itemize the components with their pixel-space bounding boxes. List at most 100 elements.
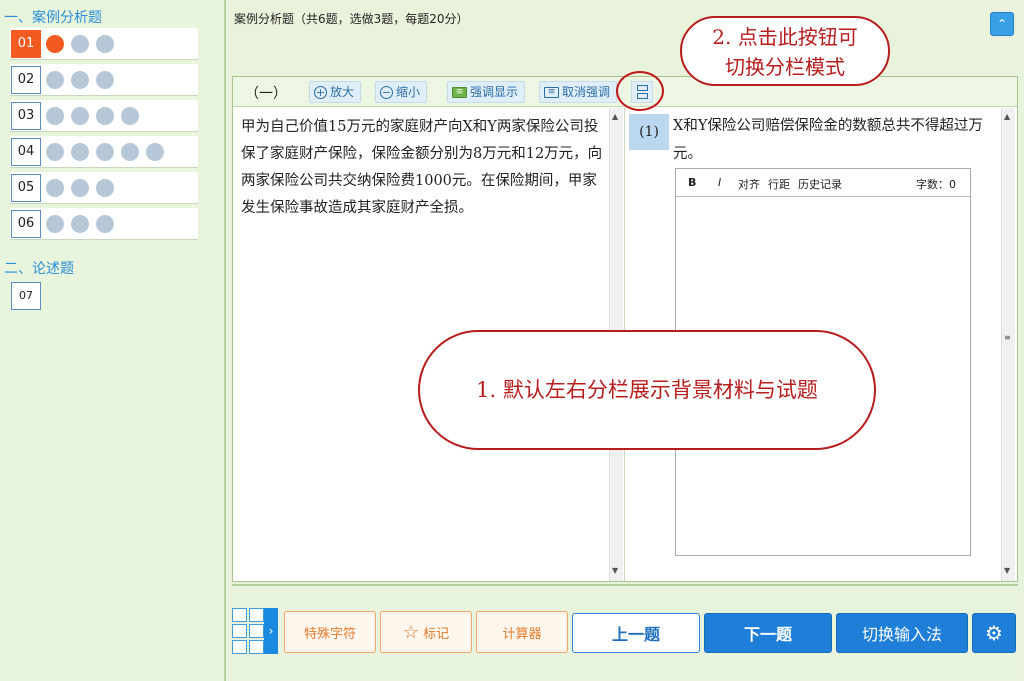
question-row-03[interactable]: 03 [10, 100, 198, 132]
sub-question-dot[interactable] [71, 179, 89, 197]
sub-question-dot[interactable] [71, 215, 89, 233]
history-button[interactable]: 历史记录 [798, 176, 842, 192]
sub-question-dot[interactable] [96, 71, 114, 89]
scroll-up-arrow-icon[interactable]: ▲ [612, 112, 618, 121]
question-content: （一） + 放大 − 缩小 ≡ 强调显示 ≡ 取消强调 甲为自己价值15万元的家庭财产向… [232, 76, 1018, 582]
next-label: 下一题 [743, 625, 792, 644]
section-title-essay[interactable]: 二、论述题 [4, 258, 74, 278]
question-row-02[interactable]: 02 [10, 64, 198, 96]
mark-button[interactable]: ☆ 标记 [380, 611, 472, 653]
highlight-icon: ≡ [452, 86, 467, 98]
double-chevron-up-icon: ⌃ [996, 17, 1008, 31]
sidebar: 一、案例分析题 01 02 03 04 05 06 二、论述题 07 [0, 0, 226, 681]
unhighlight-icon: ≡ [544, 86, 559, 98]
question-number-01[interactable]: 01 [11, 30, 41, 58]
zoom-in-button[interactable]: + 放大 [309, 81, 362, 103]
gear-icon: ⚙ [985, 621, 1003, 645]
highlight-ring [616, 71, 664, 111]
sub-question-dot[interactable] [96, 35, 114, 53]
word-count: 字数：0 [916, 178, 956, 191]
question-text: X和Y保险公司赔偿保险金的数额总共不得超过万元。 [673, 118, 983, 162]
question-number-03[interactable]: 03 [11, 102, 41, 130]
sub-question-dot[interactable] [46, 35, 64, 53]
question-scrollbar[interactable]: ▲ ≡ ▼ [1001, 108, 1015, 581]
calculator-label: 计算器 [502, 626, 542, 642]
callout1-text: 1. 默认左右分栏展示背景材料与试题 [476, 378, 818, 402]
sub-question-dots [46, 179, 114, 197]
sub-question-dot[interactable] [71, 143, 89, 161]
section-title-case-analysis[interactable]: 一、案例分析题 [4, 7, 102, 27]
sub-question-dot[interactable] [46, 215, 64, 233]
mark-label: 标记 [423, 626, 450, 642]
special-chars-button[interactable]: 特殊字符 [284, 611, 376, 653]
sub-question-dot[interactable] [46, 179, 64, 197]
bottom-bar: › 特殊字符 ☆ 标记 计算器 上一题 下一题 切换输入法 ⚙ [232, 584, 1018, 678]
align-button[interactable]: 对齐 [738, 176, 760, 192]
question-number-02[interactable]: 02 [11, 66, 41, 94]
minus-circle-icon: − [380, 85, 393, 99]
switch-ime-button[interactable]: 切换输入法 [836, 613, 968, 653]
callout2-line2: 切换分栏模式 [725, 55, 845, 79]
scroll-down-arrow-icon[interactable]: ▼ [1004, 566, 1010, 575]
unhighlight-label: 取消强调 [562, 85, 611, 99]
sub-question-dot[interactable] [71, 71, 89, 89]
sub-question-dot[interactable] [96, 107, 114, 125]
question-row-06[interactable]: 06 [10, 208, 198, 240]
switch-ime-label: 切换输入法 [861, 625, 942, 644]
callout2-line1: 2. 点击此按钮可 [712, 25, 858, 49]
question-number-04[interactable]: 04 [11, 138, 41, 166]
question-number-07[interactable]: 07 [11, 282, 41, 310]
italic-button[interactable]: I [718, 176, 721, 189]
expand-tab[interactable]: › [264, 608, 278, 654]
scroll-grip-icon[interactable]: ≡ [1004, 333, 1011, 342]
sub-question-dot[interactable] [121, 143, 139, 161]
editor-toolbar: B I 对齐 行距 历史记录 字数：0 [676, 169, 970, 197]
answer-sheet-grid-icon[interactable] [232, 608, 264, 654]
question-row-07[interactable]: 07 [10, 280, 198, 312]
prev-label: 上一题 [611, 625, 660, 644]
sub-question-dot[interactable] [146, 143, 164, 161]
part-label: （一） [245, 86, 287, 102]
sub-question-dot[interactable] [46, 107, 64, 125]
sub-question-dot[interactable] [71, 35, 89, 53]
sub-question-dots [46, 215, 114, 233]
background-material: 甲为自己价值15万元的家庭财产向X和Y两家保险公司投保了家庭财产保险，保险金额分… [241, 119, 603, 216]
scroll-up-arrow-icon[interactable]: ▲ [1004, 112, 1010, 121]
next-question-button[interactable]: 下一题 [704, 613, 832, 653]
sub-question-dots [46, 143, 164, 161]
line-spacing-button[interactable]: 行距 [768, 176, 790, 192]
sub-question-dot[interactable] [96, 179, 114, 197]
unhighlight-button[interactable]: ≡ 取消强调 [539, 81, 618, 103]
sub-question-dot[interactable] [96, 143, 114, 161]
zoom-in-label: 放大 [330, 85, 355, 99]
star-icon: ☆ [402, 621, 420, 643]
sub-question-dots [46, 35, 114, 53]
callout-default-layout: 1. 默认左右分栏展示背景材料与试题 [418, 330, 876, 450]
highlight-label: 强调显示 [470, 85, 519, 99]
chevron-right-icon: › [268, 624, 274, 638]
question-row-05[interactable]: 05 [10, 172, 198, 204]
prev-question-button[interactable]: 上一题 [572, 613, 700, 653]
sub-question-dot[interactable] [46, 71, 64, 89]
sub-question-dot[interactable] [96, 215, 114, 233]
collapse-button[interactable]: ⌃ [990, 12, 1014, 36]
plus-circle-icon: + [314, 85, 327, 99]
scroll-down-arrow-icon[interactable]: ▼ [612, 566, 618, 575]
bold-button[interactable]: B [688, 176, 696, 189]
zoom-out-label: 缩小 [396, 85, 421, 99]
highlight-button[interactable]: ≡ 强调显示 [447, 81, 526, 103]
calculator-button[interactable]: 计算器 [476, 611, 568, 653]
zoom-out-button[interactable]: − 缩小 [375, 81, 428, 103]
callout-split-mode: 2. 点击此按钮可 切换分栏模式 [680, 16, 890, 86]
sub-question-dots [46, 71, 114, 89]
section-header: 案例分析题（共6题，选做3题，每题20分） [234, 12, 469, 26]
sub-question-dot[interactable] [121, 107, 139, 125]
sub-question-dot[interactable] [71, 107, 89, 125]
sub-question-dots [46, 107, 139, 125]
settings-button[interactable]: ⚙ [972, 613, 1016, 653]
question-row-04[interactable]: 04 [10, 136, 198, 168]
question-row-01[interactable]: 01 [10, 28, 198, 60]
question-number-06[interactable]: 06 [11, 210, 41, 238]
question-number-05[interactable]: 05 [11, 174, 41, 202]
sub-question-dot[interactable] [46, 143, 64, 161]
